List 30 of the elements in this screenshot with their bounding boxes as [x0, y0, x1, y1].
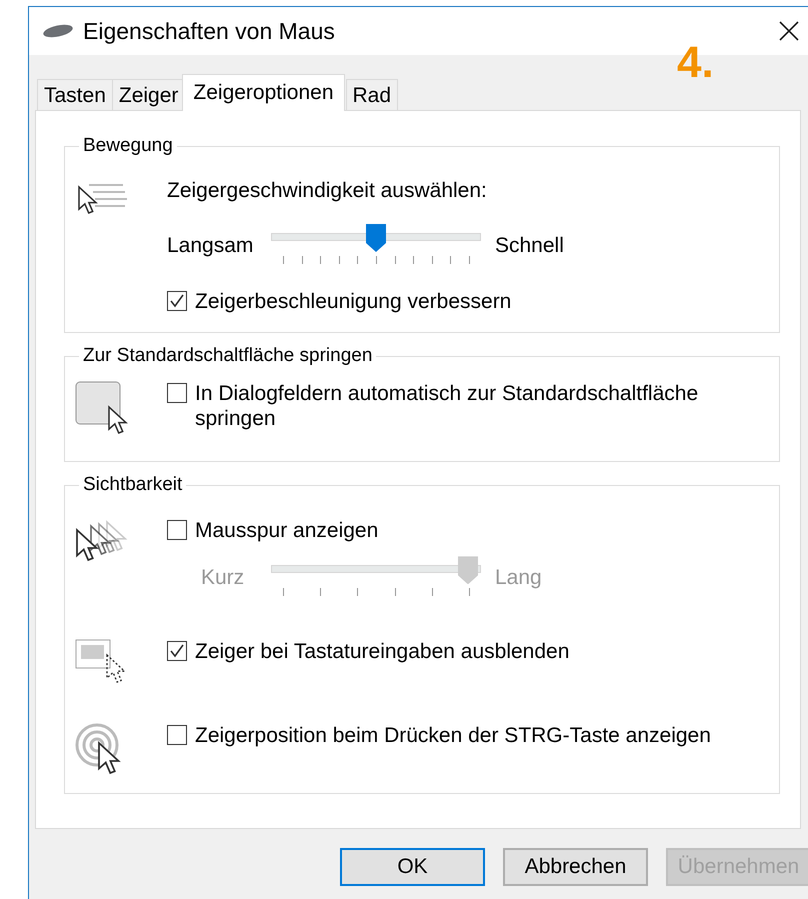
tab[interactable]: Rad: [346, 79, 398, 110]
dialog-button[interactable]: OK: [340, 848, 485, 886]
checkbox[interactable]: [167, 520, 187, 540]
checkbox-label[interactable]: Zeigerbeschleunigung verbessern: [195, 289, 512, 314]
checkbox-label[interactable]: Zeigerposition beim Drücken der STRG-Taste anzeigen: [195, 723, 711, 749]
mouse-icon: [41, 23, 75, 39]
checkbox-label[interactable]: Mausspur anzeigen: [195, 518, 378, 544]
check-icon: [169, 643, 185, 660]
checkbox-label[interactable]: Zeiger bei Tastatureingaben ausblenden: [195, 639, 570, 665]
checkbox[interactable]: [167, 725, 187, 746]
close-icon: [778, 20, 800, 42]
checkbox[interactable]: [167, 291, 187, 311]
slider-max-label: Lang: [495, 566, 542, 590]
checkbox[interactable]: [167, 641, 187, 662]
slider-max-label: Schnell: [495, 234, 564, 258]
window-title: Eigenschaften von Maus: [83, 18, 336, 44]
slider-thumb[interactable]: [366, 224, 386, 252]
group-title: Sichtbarkeit: [82, 474, 184, 496]
slider-min-label: Langsam: [167, 234, 254, 258]
tab[interactable]: Tasten: [37, 79, 113, 110]
checkbox-label[interactable]: In Dialogfeldern automatisch zur Standardschaltfläche springen: [195, 381, 727, 432]
group-title: Bewegung: [82, 135, 174, 157]
check-icon: [169, 293, 185, 309]
group-title: Zur Standardschaltfläche springen: [82, 345, 374, 368]
label-text: Zeigergeschwindigkeit auswählen:: [167, 179, 488, 203]
dialog-button[interactable]: Abbrechen: [503, 848, 648, 886]
annotation-label: 4.: [677, 41, 714, 85]
tab[interactable]: Zeigeroptionen: [182, 74, 345, 111]
checkbox[interactable]: [167, 383, 187, 404]
slider-min-label: Kurz: [201, 566, 246, 590]
